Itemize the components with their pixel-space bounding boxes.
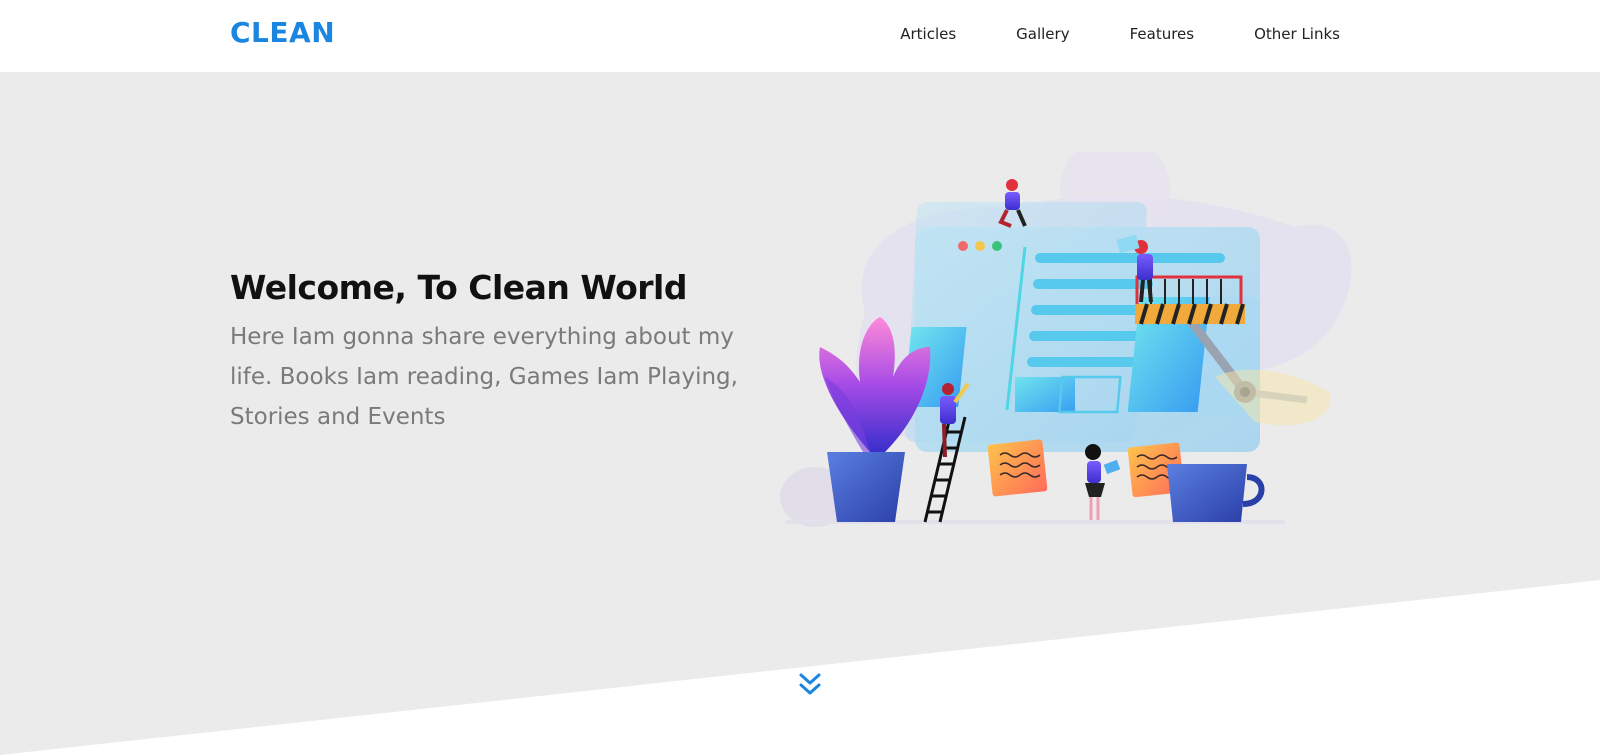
nav-other-links[interactable]: Other Links [1254,25,1340,43]
hero-description: Here Iam gonna share everything about my… [230,324,738,430]
site-header: CLEAN Articles Gallery Features Other Li… [0,0,1600,72]
main-nav: Articles Gallery Features Other Links [900,25,1340,43]
double-chevron-down-icon [799,673,821,695]
hero-illustration [780,152,1352,527]
hero-slant-divider [0,580,1600,755]
scroll-down-button[interactable] [798,672,822,698]
site-logo[interactable]: CLEAN [230,16,335,49]
nav-gallery[interactable]: Gallery [1016,25,1069,43]
nav-features[interactable]: Features [1130,25,1195,43]
hero-title: Welcome, To Clean World [230,268,688,307]
nav-articles[interactable]: Articles [900,25,956,43]
hero-section: Welcome, To Clean World Here Iam gonna s… [0,72,1600,755]
